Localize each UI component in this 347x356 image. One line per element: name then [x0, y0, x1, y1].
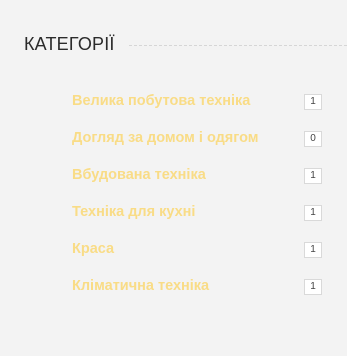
- category-item: Догляд за домом і одягом 0: [72, 128, 322, 165]
- category-item: Вбудована техніка 1: [72, 165, 322, 202]
- category-list: Велика побутова техніка 1 Догляд за домо…: [72, 91, 322, 313]
- category-count-badge: 1: [304, 242, 322, 258]
- category-count-badge: 1: [304, 168, 322, 184]
- category-item: Краса 1: [72, 239, 322, 276]
- category-count-badge: 1: [304, 279, 322, 295]
- category-link[interactable]: Краса: [72, 239, 114, 259]
- categories-widget: КАТЕГОРІЇ Велика побутова техніка 1 Догл…: [0, 0, 347, 356]
- title-divider: [128, 44, 347, 46]
- category-link[interactable]: Техніка для кухні: [72, 202, 195, 222]
- category-link[interactable]: Кліматична техніка: [72, 276, 209, 296]
- category-link[interactable]: Вбудована техніка: [72, 165, 206, 185]
- category-link[interactable]: Догляд за домом і одягом: [72, 128, 259, 148]
- category-item: Кліматична техніка 1: [72, 276, 322, 313]
- category-count-badge: 0: [304, 131, 322, 147]
- widget-title: КАТЕГОРІЇ: [24, 34, 115, 54]
- category-item: Техніка для кухні 1: [72, 202, 322, 239]
- category-item: Велика побутова техніка 1: [72, 91, 322, 128]
- category-count-badge: 1: [304, 205, 322, 221]
- widget-header: КАТЕГОРІЇ: [24, 34, 347, 54]
- category-link[interactable]: Велика побутова техніка: [72, 91, 250, 111]
- category-count-badge: 1: [304, 94, 322, 110]
